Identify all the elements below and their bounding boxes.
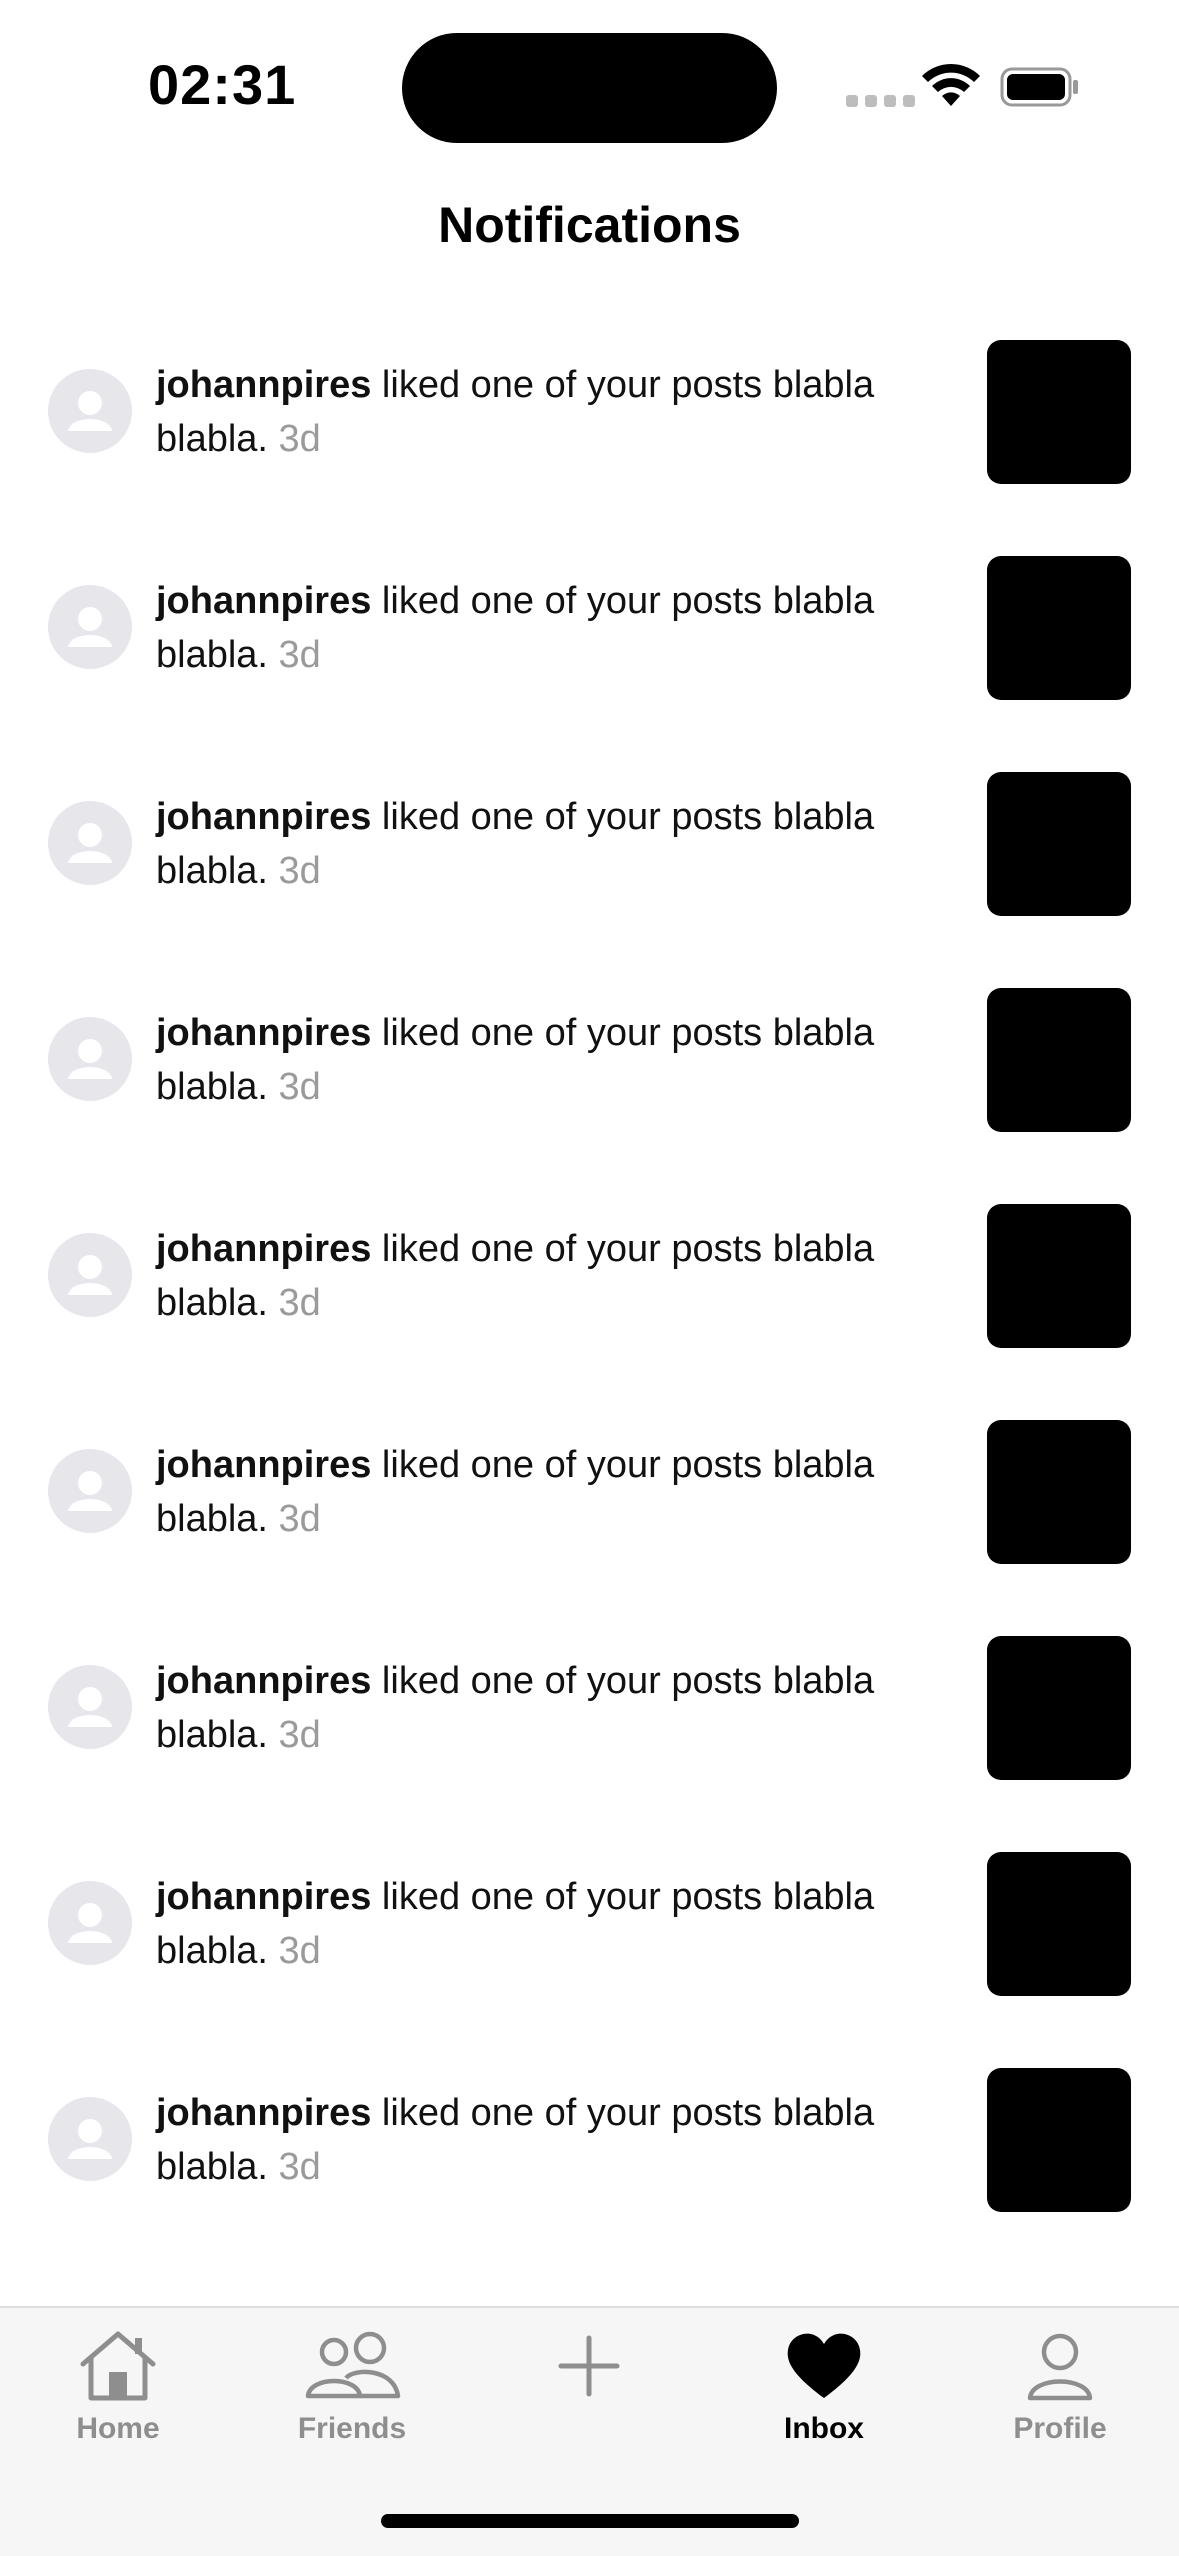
notification-text: johannpires liked one of your posts blab… <box>156 358 936 466</box>
notification-text: johannpires liked one of your posts blab… <box>156 1870 936 1978</box>
notification-row[interactable]: johannpires liked one of your posts blab… <box>0 540 1179 756</box>
notification-row[interactable]: johannpires liked one of your posts blab… <box>0 324 1179 540</box>
notification-text: johannpires liked one of your posts blab… <box>156 790 936 898</box>
notification-text: johannpires liked one of your posts blab… <box>156 1006 936 1114</box>
post-thumbnail[interactable] <box>987 1852 1131 1996</box>
notification-age: 3d <box>278 1498 321 1540</box>
notification-age: 3d <box>278 634 321 676</box>
person-placeholder-icon <box>68 2119 112 2159</box>
people-icon <box>305 2331 401 2399</box>
tab-profile[interactable]: Profile <box>980 2328 1140 2478</box>
post-thumbnail[interactable] <box>987 1636 1131 1780</box>
person-placeholder-icon <box>68 1471 112 1511</box>
avatar[interactable] <box>48 2097 132 2181</box>
person-placeholder-icon <box>68 607 112 647</box>
notification-username[interactable]: johannpires <box>156 1876 371 1918</box>
avatar[interactable] <box>48 1233 132 1317</box>
post-thumbnail[interactable] <box>987 772 1131 916</box>
notification-username[interactable]: johannpires <box>156 1012 371 1054</box>
notification-text: johannpires liked one of your posts blab… <box>156 2086 936 2194</box>
post-thumbnail[interactable] <box>987 556 1131 700</box>
notification-row[interactable]: johannpires liked one of your posts blab… <box>0 2052 1179 2268</box>
post-thumbnail[interactable] <box>987 340 1131 484</box>
notification-age: 3d <box>278 1930 321 1972</box>
notification-age: 3d <box>278 1066 321 1108</box>
avatar[interactable] <box>48 1017 132 1101</box>
notifications-screen: 02:31 Notifications johannpires liked on… <box>0 0 1179 2556</box>
notification-row[interactable]: johannpires liked one of your posts blab… <box>0 1620 1179 1836</box>
notification-username[interactable]: johannpires <box>156 2092 371 2134</box>
avatar[interactable] <box>48 1449 132 1533</box>
avatar[interactable] <box>48 585 132 669</box>
tab-create[interactable] <box>509 2328 669 2478</box>
notification-username[interactable]: johannpires <box>156 796 371 838</box>
avatar[interactable] <box>48 369 132 453</box>
notifications-list[interactable]: johannpires liked one of your posts blab… <box>0 324 1179 2268</box>
post-thumbnail[interactable] <box>987 2068 1131 2212</box>
tab-inbox[interactable]: Inbox <box>744 2328 904 2478</box>
post-thumbnail[interactable] <box>987 988 1131 1132</box>
tab-home-label: Home <box>76 2412 160 2445</box>
notification-text: johannpires liked one of your posts blab… <box>156 1222 936 1330</box>
status-time: 02:31 <box>148 53 297 116</box>
page-title: Notifications <box>438 197 741 253</box>
heart-icon <box>787 2333 861 2398</box>
notification-text: johannpires liked one of your posts blab… <box>156 574 936 682</box>
notification-username[interactable]: johannpires <box>156 364 371 406</box>
person-placeholder-icon <box>68 823 112 863</box>
plus-icon <box>558 2335 620 2397</box>
person-placeholder-icon <box>68 391 112 431</box>
notification-age: 3d <box>278 1282 321 1324</box>
notification-row[interactable]: johannpires liked one of your posts blab… <box>0 1188 1179 1404</box>
notification-username[interactable]: johannpires <box>156 580 371 622</box>
notification-username[interactable]: johannpires <box>156 1660 371 1702</box>
post-thumbnail[interactable] <box>987 1204 1131 1348</box>
notification-text: johannpires liked one of your posts blab… <box>156 1438 936 1546</box>
avatar[interactable] <box>48 1881 132 1965</box>
home-indicator <box>381 2514 799 2528</box>
wifi-icon <box>922 63 980 106</box>
person-placeholder-icon <box>68 1687 112 1727</box>
tab-inbox-label: Inbox <box>784 2412 864 2445</box>
battery-icon <box>1000 67 1078 107</box>
person-placeholder-icon <box>68 1255 112 1295</box>
notification-text: johannpires liked one of your posts blab… <box>156 1654 936 1762</box>
notification-row[interactable]: johannpires liked one of your posts blab… <box>0 1836 1179 2052</box>
notification-row[interactable]: johannpires liked one of your posts blab… <box>0 756 1179 972</box>
notification-age: 3d <box>278 2146 321 2188</box>
notification-row[interactable]: johannpires liked one of your posts blab… <box>0 972 1179 1188</box>
person-icon <box>1027 2333 1093 2401</box>
notification-username[interactable]: johannpires <box>156 1444 371 1486</box>
post-thumbnail[interactable] <box>987 1420 1131 1564</box>
cellular-signal-icon <box>846 95 915 107</box>
tab-friends-label: Friends <box>297 2412 407 2445</box>
notification-age: 3d <box>278 850 321 892</box>
tab-friends[interactable]: Friends <box>272 2328 432 2478</box>
notification-age: 3d <box>278 1714 321 1756</box>
notification-row[interactable]: johannpires liked one of your posts blab… <box>0 1404 1179 1620</box>
tab-profile-label: Profile <box>1013 2412 1107 2445</box>
avatar[interactable] <box>48 801 132 885</box>
tab-home[interactable]: Home <box>38 2328 198 2478</box>
status-bar: 02:31 <box>0 0 1179 170</box>
dynamic-island <box>402 33 777 143</box>
notification-age: 3d <box>278 418 321 460</box>
avatar[interactable] <box>48 1665 132 1749</box>
notification-username[interactable]: johannpires <box>156 1228 371 1270</box>
person-placeholder-icon <box>68 1039 112 1079</box>
house-icon <box>80 2331 156 2401</box>
person-placeholder-icon <box>68 1903 112 1943</box>
